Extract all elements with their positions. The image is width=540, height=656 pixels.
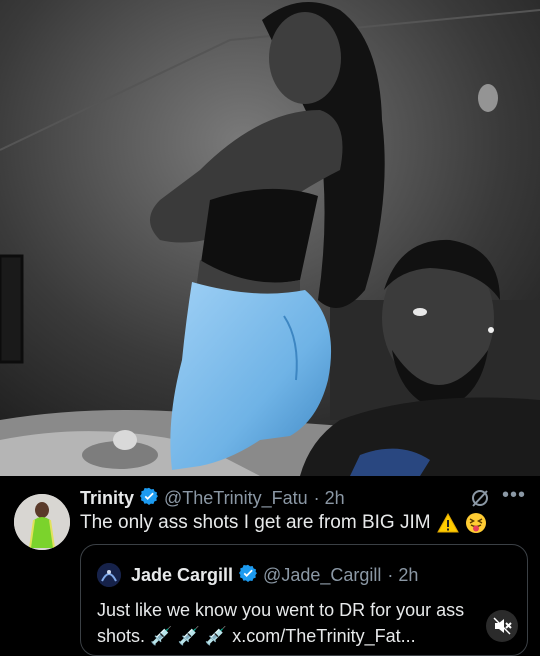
post-text-content: The only ass shots I get are from BIG JI… [80,512,431,533]
avatar[interactable] [14,494,70,550]
mute-icon[interactable] [486,610,518,642]
author-name[interactable]: Trinity [80,488,134,509]
post-time[interactable]: · 2h [314,488,345,509]
quoted-avatar[interactable] [97,563,121,587]
grok-icon[interactable] [470,488,490,508]
quoted-header: Jade Cargill @Jade_Cargill · 2h [131,563,418,587]
verified-badge-icon [239,564,258,587]
post-header: Trinity @TheTrinity_Fatu · 2h [80,486,345,510]
squinting-tongue-emoji-icon [465,512,487,534]
quoted-author-handle[interactable]: @Jade_Cargill [263,565,381,586]
tweet-card[interactable]: Trinity @TheTrinity_Fatu · 2h ••• The on… [0,476,540,656]
photo-illustration [0,0,540,476]
quoted-text: Just like we know you went to DR for you… [97,597,517,649]
quoted-text-line-1: Just like we know you went to DR for you… [97,600,465,620]
quoted-text-line-2[interactable]: shots. 💉 💉 💉 x.com/TheTrinity_Fat... [97,623,517,649]
author-handle[interactable]: @TheTrinity_Fatu [164,488,308,509]
post-text: The only ass shots I get are from BIG JI… [80,512,487,534]
post-photo[interactable] [0,0,540,476]
quoted-author-name[interactable]: Jade Cargill [131,565,233,586]
quoted-tweet[interactable]: Jade Cargill @Jade_Cargill · 2h Just lik… [80,544,528,656]
quoted-time[interactable]: · 2h [387,565,418,586]
verified-badge-icon [140,487,159,510]
more-options-icon[interactable]: ••• [502,484,526,507]
warning-emoji-icon [436,512,459,534]
